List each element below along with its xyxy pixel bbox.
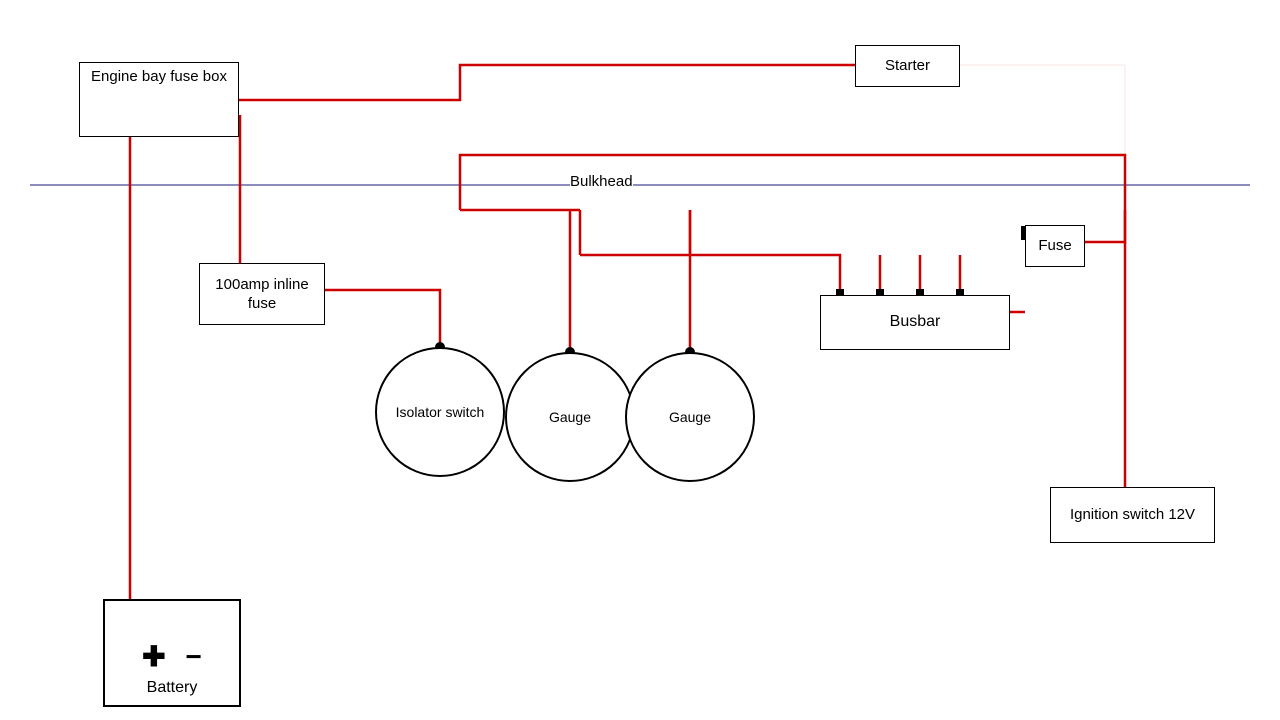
starter: Starter xyxy=(855,45,960,87)
busbar: Busbar xyxy=(820,295,1010,350)
bulkhead-label: Bulkhead xyxy=(570,172,633,192)
engine-bay-fuse-box: Engine bay fuse box xyxy=(79,62,239,137)
inline-fuse: 100amp inline fuse xyxy=(199,263,325,325)
battery-label: Battery xyxy=(147,679,198,697)
battery-terminals: ✚ − xyxy=(142,643,202,671)
battery-negative-terminal: − xyxy=(186,643,202,671)
isolator-switch: Isolator switch xyxy=(375,347,505,477)
battery: ✚ − Battery xyxy=(103,599,241,707)
gauge-2: Gauge xyxy=(625,352,755,482)
battery-positive-terminal: ✚ xyxy=(142,643,165,671)
fuse: Fuse xyxy=(1025,225,1085,267)
gauge-1: Gauge xyxy=(505,352,635,482)
ignition-switch: Ignition switch 12V xyxy=(1050,487,1215,543)
